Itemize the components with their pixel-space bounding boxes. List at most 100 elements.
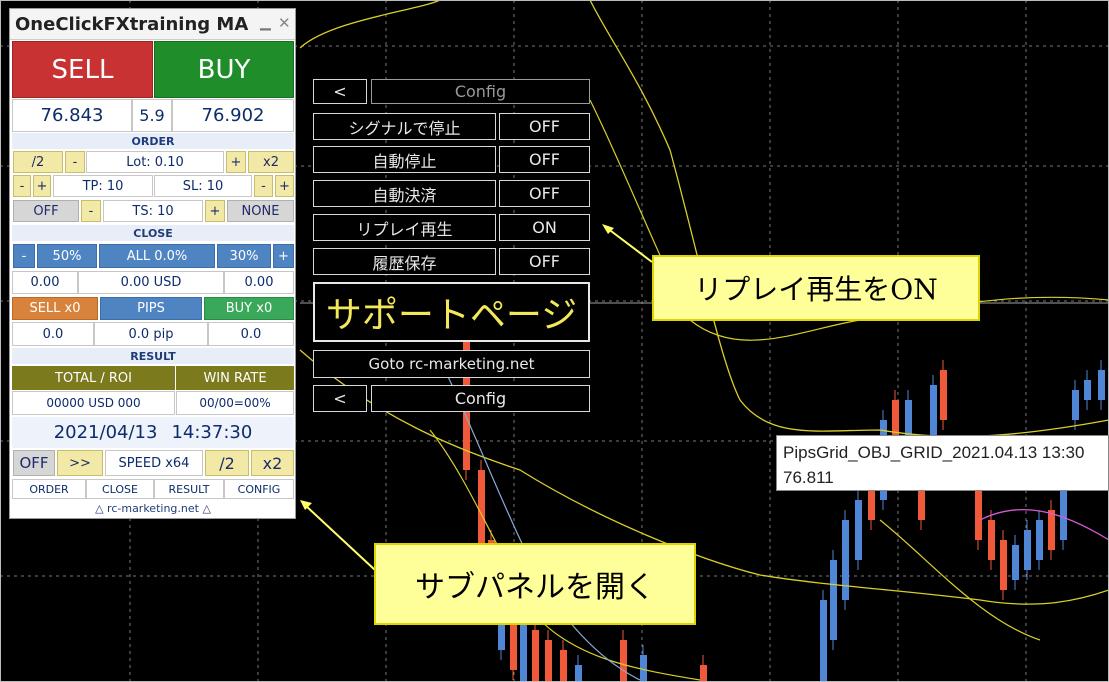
- lot-value[interactable]: Lot: 0.10: [86, 151, 224, 173]
- tp-value[interactable]: TP: 10: [53, 175, 153, 197]
- candle-body: [560, 650, 567, 682]
- candle-body: [575, 665, 582, 682]
- spread-value: 5.9: [132, 99, 172, 132]
- total-pl: 0.00 USD: [78, 271, 224, 294]
- sl-value[interactable]: SL: 10: [154, 175, 252, 197]
- tab-config[interactable]: CONFIG: [224, 479, 294, 499]
- tp-plus-button[interactable]: +: [33, 175, 51, 197]
- sell-button[interactable]: SELL: [12, 41, 153, 98]
- subpanel-footer: Config: [371, 385, 590, 412]
- subpanel-footer-back-button[interactable]: <: [313, 385, 367, 412]
- setting-toggle-replay[interactable]: ON: [499, 214, 590, 241]
- minimize-icon[interactable]: ▁: [260, 15, 271, 31]
- support-page-button[interactable]: サポートページ: [313, 282, 590, 342]
- setting-toggle-auto-settle[interactable]: OFF: [499, 180, 590, 207]
- replay-datetime: 2021/04/13 14:37:30: [12, 417, 294, 448]
- speed-double-button[interactable]: x2: [251, 450, 294, 476]
- candle-body: [930, 385, 937, 440]
- setting-label-auto-stop: 自動停止: [313, 146, 496, 173]
- callout-open-subpanel: サブパネルを開く: [374, 543, 696, 625]
- close-all-button[interactable]: ALL 0.0%: [99, 244, 215, 268]
- tab-result[interactable]: RESULT: [154, 479, 224, 499]
- total-roi-label: TOTAL / ROI: [12, 366, 175, 390]
- setting-toggle-signal-stop[interactable]: OFF: [499, 113, 590, 140]
- candle-body: [700, 665, 707, 682]
- candle-body: [940, 370, 947, 420]
- lot-minus-button[interactable]: -: [65, 151, 85, 173]
- band-upper: [589, 0, 1109, 438]
- sell-pips: 0.0: [12, 322, 94, 346]
- candle-body: [1060, 490, 1067, 540]
- lot-double-button[interactable]: x2: [248, 151, 294, 173]
- panel-titlebar[interactable]: OneClickFXtraining MA ▁ ✕: [10, 9, 295, 40]
- bid-price: 76.843: [12, 99, 132, 132]
- candle-body: [842, 520, 849, 600]
- tooltip-object-name: PipsGrid_OBJ_GRID_2021.04.13 13:30: [783, 443, 1085, 462]
- candle-body: [1012, 545, 1019, 580]
- ma-line-magenta: [979, 508, 1109, 541]
- sell-pl: 0.00: [12, 271, 78, 294]
- setting-label-auto-settle: 自動決済: [313, 180, 496, 207]
- sell-count-button[interactable]: SELL x0: [12, 297, 98, 320]
- candle-body: [1000, 540, 1007, 590]
- candle-body: [520, 620, 527, 682]
- replay-date: 2021/04/13: [53, 422, 158, 443]
- ts-plus-button[interactable]: +: [205, 200, 225, 222]
- setting-label-replay: リプレイ再生: [313, 214, 496, 241]
- setting-label-history-save: 履歴保存: [313, 248, 496, 275]
- replay-time: 14:37:30: [171, 422, 253, 443]
- candle-body: [620, 640, 627, 682]
- subpanel-header: Config: [371, 79, 590, 104]
- lot-plus-button[interactable]: +: [226, 151, 246, 173]
- tp-minus-button[interactable]: -: [13, 175, 31, 197]
- object-tooltip: PipsGrid_OBJ_GRID_2021.04.13 13:30 76.81…: [776, 435, 1109, 491]
- tab-close[interactable]: CLOSE: [86, 479, 154, 499]
- ts-off-button[interactable]: OFF: [13, 200, 79, 222]
- candle-body: [1072, 390, 1079, 420]
- buy-pl: 0.00: [224, 271, 294, 294]
- speed-value[interactable]: SPEED x64: [105, 450, 203, 476]
- fast-forward-button[interactable]: >>: [57, 450, 103, 476]
- setting-toggle-history-save[interactable]: OFF: [499, 248, 590, 275]
- close-50-button[interactable]: 50%: [37, 244, 97, 268]
- candle-body: [975, 490, 982, 540]
- ts-none-button[interactable]: NONE: [227, 200, 294, 222]
- close-icon[interactable]: ✕: [278, 14, 291, 32]
- ask-price: 76.902: [172, 99, 294, 132]
- pips-button[interactable]: PIPS: [100, 297, 202, 320]
- result-header: RESULT: [12, 348, 294, 364]
- ts-minus-button[interactable]: -: [81, 200, 101, 222]
- order-header: ORDER: [12, 133, 294, 149]
- candle-body: [532, 630, 539, 682]
- sl-plus-button[interactable]: +: [275, 175, 294, 197]
- candle-body: [855, 500, 862, 560]
- close-30-button[interactable]: 30%: [217, 244, 271, 268]
- tooltip-price: 76.811: [783, 468, 834, 487]
- candle-body: [1036, 520, 1043, 560]
- subpanel-back-button[interactable]: <: [313, 79, 367, 104]
- buy-button[interactable]: BUY: [154, 41, 294, 98]
- ts-value[interactable]: TS: 10: [103, 200, 203, 222]
- candle-body: [830, 560, 837, 640]
- candle-body: [820, 600, 827, 682]
- candle-body: [988, 520, 995, 560]
- sl-minus-button[interactable]: -: [254, 175, 273, 197]
- close-header: CLOSE: [12, 225, 294, 241]
- close-plus-button[interactable]: +: [273, 244, 294, 268]
- replay-off-button[interactable]: OFF: [13, 450, 55, 476]
- callout-replay-on: リプレイ再生をON: [652, 255, 980, 321]
- setting-toggle-auto-stop[interactable]: OFF: [499, 146, 590, 173]
- buy-count-button[interactable]: BUY x0: [204, 297, 294, 320]
- goto-site-button[interactable]: Goto rc-marketing.net: [313, 350, 590, 378]
- footer-link[interactable]: △ rc-marketing.net △: [12, 500, 294, 516]
- setting-label-signal-stop: シグナルで停止: [313, 113, 496, 140]
- close-minus-button[interactable]: -: [13, 244, 35, 268]
- buy-pips: 0.0: [208, 322, 294, 346]
- speed-half-button[interactable]: /2: [205, 450, 249, 476]
- candle-body: [1024, 530, 1031, 570]
- win-rate-label: WIN RATE: [176, 366, 294, 390]
- candle-body: [1048, 510, 1055, 550]
- tab-order[interactable]: ORDER: [12, 479, 86, 499]
- lot-half-button[interactable]: /2: [13, 151, 63, 173]
- trade-panel: OneClickFXtraining MA ▁ ✕ SELL BUY 76.84…: [9, 8, 296, 519]
